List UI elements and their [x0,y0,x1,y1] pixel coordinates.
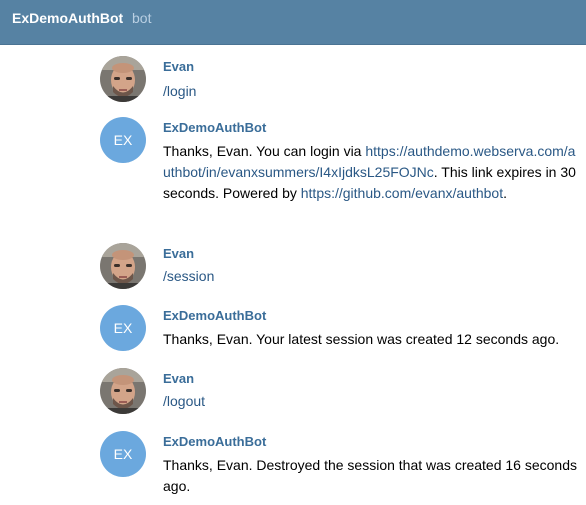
message-text: /logout [163,391,583,412]
message-text-part: Thanks, Evan. You can login via [163,143,366,159]
user-avatar[interactable] [100,368,146,414]
message-text: /session [163,266,583,287]
bot-avatar[interactable]: EX [100,305,146,351]
user-photo-icon [100,368,146,414]
user-avatar[interactable] [100,56,146,102]
bot-command-link[interactable]: /logout [163,393,205,409]
user-photo-icon [100,56,146,102]
github-link[interactable]: https://github.com/evanx/authbot [301,185,503,201]
sender-name[interactable]: ExDemoAuthBot [163,121,266,135]
sender-name[interactable]: ExDemoAuthBot [163,309,266,323]
sender-name[interactable]: Evan [163,372,194,386]
bot-avatar[interactable]: EX [100,431,146,477]
chat-title[interactable]: ExDemoAuthBot [12,10,123,26]
message-text: /login [163,81,583,102]
user-photo-icon [100,243,146,289]
sender-name[interactable]: Evan [163,60,194,74]
sender-name[interactable]: Evan [163,247,194,261]
message-text: Thanks, Evan. You can login via https://… [163,141,583,204]
user-avatar[interactable] [100,243,146,289]
message-text-part: . [503,185,507,201]
bot-command-link[interactable]: /session [163,268,214,284]
chat-subtitle: bot [132,10,152,26]
bot-avatar[interactable]: EX [100,117,146,163]
message-text: Thanks, Evan. Your latest session was cr… [163,331,560,347]
message-text: Thanks, Evan. Destroyed the session that… [163,457,578,494]
chat-header: ExDemoAuthBot bot [0,0,586,45]
bot-command-link[interactable]: /login [163,83,196,99]
sender-name[interactable]: ExDemoAuthBot [163,435,266,449]
